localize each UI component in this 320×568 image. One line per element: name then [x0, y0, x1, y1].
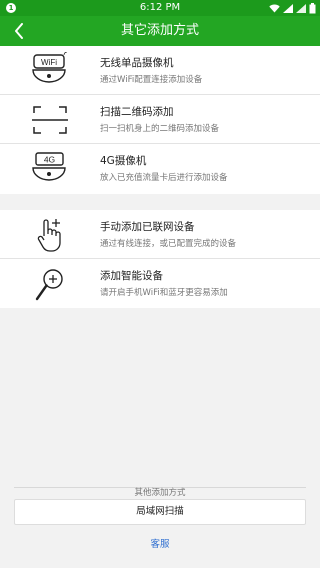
- system-icons: [269, 0, 316, 16]
- option-manual-add[interactable]: 手动添加已联网设备 通过有线连接，或已配置完成的设备: [0, 210, 320, 259]
- option-description: 通过有线连接，或已配置完成的设备: [100, 239, 237, 249]
- option-description: 扫一扫机身上的二维码添加设备: [100, 124, 220, 134]
- option-label: 无线单品摄像机: [100, 57, 174, 69]
- battery-icon: [309, 2, 316, 13]
- option-description: 通过WiFi配置连接添加设备: [100, 75, 203, 85]
- scan-frame-icon: [28, 101, 72, 139]
- add-options-group-primary: WiFi 无线单品摄像机 通过WiFi配置连接添加设备 扫描二维码添加 扫一扫机…: [0, 46, 320, 194]
- option-label: 扫描二维码添加: [100, 106, 174, 118]
- magnifier-plus-icon: [28, 265, 72, 303]
- 4g-camera-icon: 4G: [28, 150, 72, 188]
- option-label: 添加智能设备: [100, 270, 163, 282]
- status-bar: 1 6:12 PM: [0, 0, 320, 16]
- other-methods-divider: 其他添加方式: [14, 480, 306, 498]
- option-description: 放入已充值流量卡后进行添加设备: [100, 173, 228, 183]
- option-description: 请开启手机WiFi和蓝牙更容易添加: [100, 288, 228, 298]
- other-methods-label: 其他添加方式: [128, 488, 192, 498]
- option-smart-device[interactable]: 添加智能设备 请开启手机WiFi和蓝牙更容易添加: [0, 259, 320, 308]
- option-label: 手动添加已联网设备: [100, 221, 195, 233]
- title-bar: 其它添加方式: [0, 16, 320, 46]
- wifi-camera-icon: WiFi: [28, 52, 72, 90]
- 4g-camera-icon-text: 4G: [44, 155, 55, 165]
- customer-service-link[interactable]: 客服: [0, 536, 320, 550]
- signal-icon: [296, 3, 306, 13]
- option-label: 4G摄像机: [100, 155, 147, 167]
- hand-pointer-plus-icon: [28, 216, 72, 254]
- signal-icon: [283, 3, 293, 13]
- option-4g-camera[interactable]: 4G 4G摄像机 放入已充值流量卡后进行添加设备: [0, 144, 320, 193]
- option-scan-qr[interactable]: 扫描二维码添加 扫一扫机身上的二维码添加设备: [0, 95, 320, 144]
- wifi-camera-icon-text: WiFi: [41, 58, 57, 67]
- wifi-icon: [269, 4, 280, 12]
- option-wireless-camera[interactable]: WiFi 无线单品摄像机 通过WiFi配置连接添加设备: [0, 46, 320, 95]
- page-title: 其它添加方式: [120, 23, 199, 38]
- add-options-group-secondary: 手动添加已联网设备 通过有线连接，或已配置完成的设备 添加智能设备 请开启手机W…: [0, 210, 320, 308]
- lan-scan-button[interactable]: 局域网扫描: [14, 499, 306, 525]
